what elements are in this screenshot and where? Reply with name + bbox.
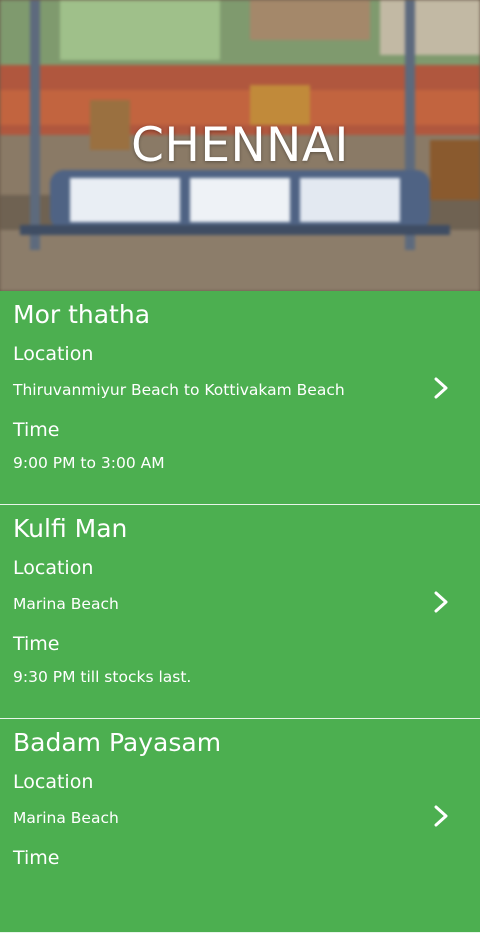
stall-name: Mor thatha [13, 300, 151, 329]
stall-card-mor-thatha[interactable]: Mor thatha Location Thiruvanmiyur Beach … [0, 291, 480, 505]
chevron-right-icon[interactable] [432, 591, 450, 613]
header-banner: CHENNAI [0, 0, 480, 291]
stall-list[interactable]: Mor thatha Location Thiruvanmiyur Beach … [0, 291, 480, 933]
location-value: Marina Beach [13, 595, 119, 613]
stall-card-badam-payasam[interactable]: Badam Payasam Location Marina Beach Time [0, 719, 480, 933]
stall-name: Badam Payasam [13, 728, 222, 757]
time-label: Time [13, 633, 60, 655]
chevron-right-icon[interactable] [432, 805, 450, 827]
page-title: CHENNAI [131, 118, 349, 173]
chevron-right-icon[interactable] [432, 377, 450, 399]
location-value: Marina Beach [13, 809, 119, 827]
time-label: Time [13, 419, 60, 441]
stall-name: Kulfi Man [13, 514, 128, 543]
time-value: 9:00 PM to 3:00 AM [13, 454, 165, 472]
stall-card-kulfi-man[interactable]: Kulfi Man Location Marina Beach Time 9:3… [0, 505, 480, 719]
time-label: Time [13, 847, 60, 869]
location-label: Location [13, 771, 94, 793]
location-label: Location [13, 557, 94, 579]
location-label: Location [13, 343, 94, 365]
location-value: Thiruvanmiyur Beach to Kottivakam Beach [13, 381, 345, 399]
time-value: 9:30 PM till stocks last. [13, 668, 192, 686]
